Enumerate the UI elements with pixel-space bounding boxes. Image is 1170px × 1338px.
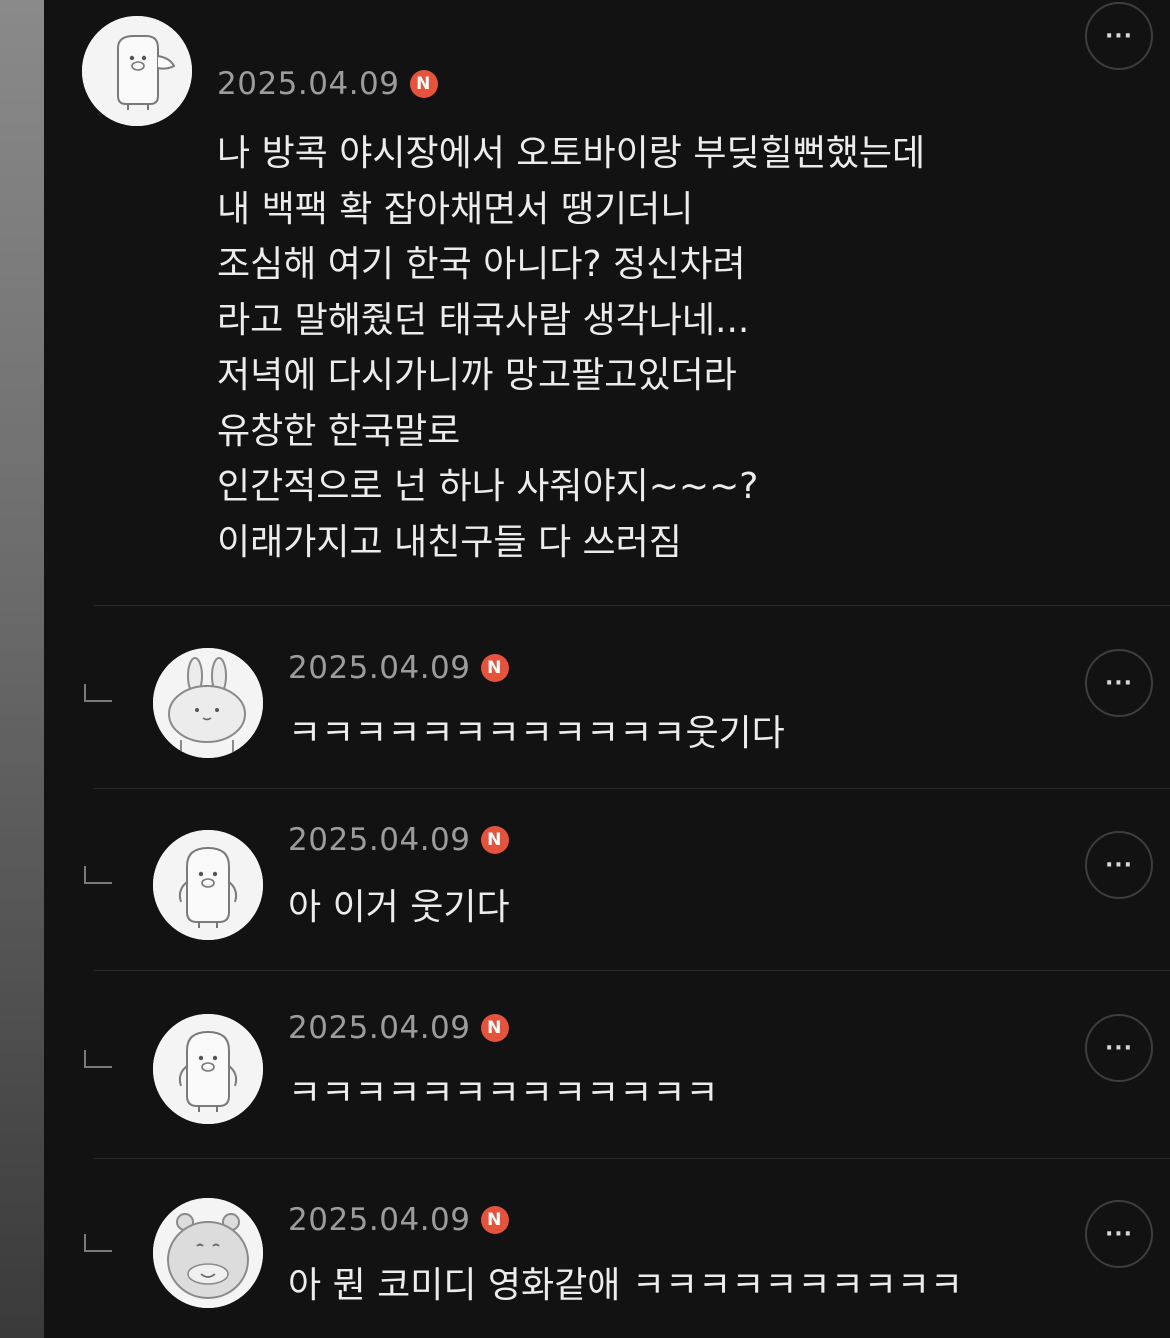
- new-badge: N: [480, 1206, 509, 1234]
- divider: [94, 788, 1170, 789]
- avatar[interactable]: [153, 648, 263, 758]
- date-label: 2025.04.09: [217, 66, 400, 102]
- avatar[interactable]: [153, 830, 263, 940]
- comment-date: 2025.04.09 N: [217, 66, 438, 102]
- avatar[interactable]: [153, 1014, 263, 1124]
- reply-arrow-icon: [84, 1234, 112, 1252]
- reply-arrow-icon: [84, 866, 112, 884]
- new-badge: N: [480, 654, 509, 682]
- reply-arrow-icon: [84, 684, 112, 702]
- date-label: 2025.04.09: [288, 650, 471, 686]
- reply-date: 2025.04.09 N: [288, 822, 509, 858]
- reply-body: ㅋㅋㅋㅋㅋㅋㅋㅋㅋㅋㅋㅋㅋ: [288, 1073, 719, 1114]
- divider: [94, 970, 1170, 971]
- date-label: 2025.04.09: [288, 1010, 471, 1046]
- reply-date: 2025.04.09 N: [288, 1010, 509, 1046]
- left-edge-bar: [0, 0, 44, 1338]
- reply-body: ㅋㅋㅋㅋㅋㅋㅋㅋㅋㅋㅋㅋ웃기다: [288, 713, 785, 754]
- more-options-button[interactable]: ···: [1085, 831, 1153, 899]
- penguin-character-icon: [153, 1014, 263, 1124]
- reply-date: 2025.04.09 N: [288, 1202, 509, 1238]
- new-badge: N: [480, 1014, 509, 1042]
- more-options-button[interactable]: ···: [1085, 1200, 1153, 1268]
- avatar[interactable]: [82, 16, 192, 126]
- divider: [94, 1158, 1170, 1159]
- date-label: 2025.04.09: [288, 1202, 471, 1238]
- reply-body: 아 뭔 코미디 영화같애 ㅋㅋㅋㅋㅋㅋㅋㅋㅋㅋ: [288, 1265, 964, 1306]
- comment-thread: 2025.04.09 N 나 방콕 야시장에서 오토바이랑 부딪힐뻔했는데 내 …: [44, 0, 1170, 1338]
- bear-character-icon: [153, 1198, 263, 1308]
- more-options-button[interactable]: ···: [1085, 649, 1153, 717]
- date-label: 2025.04.09: [288, 822, 471, 858]
- reply-body: 아 이거 웃기다: [288, 887, 510, 928]
- rabbit-character-icon: [153, 648, 263, 758]
- comment-body: 나 방콕 야시장에서 오토바이랑 부딪힐뻔했는데 내 백팩 확 잡아채면서 땡기…: [217, 133, 926, 563]
- avatar[interactable]: [153, 1198, 263, 1308]
- seal-character-icon: [82, 16, 192, 126]
- reply-arrow-icon: [84, 1050, 112, 1068]
- more-options-button[interactable]: ···: [1085, 1014, 1153, 1082]
- new-badge: N: [409, 70, 438, 98]
- penguin-character-icon: [153, 830, 263, 940]
- reply-date: 2025.04.09 N: [288, 650, 509, 686]
- divider: [94, 605, 1170, 606]
- more-options-button[interactable]: ···: [1085, 2, 1153, 70]
- new-badge: N: [480, 826, 509, 854]
